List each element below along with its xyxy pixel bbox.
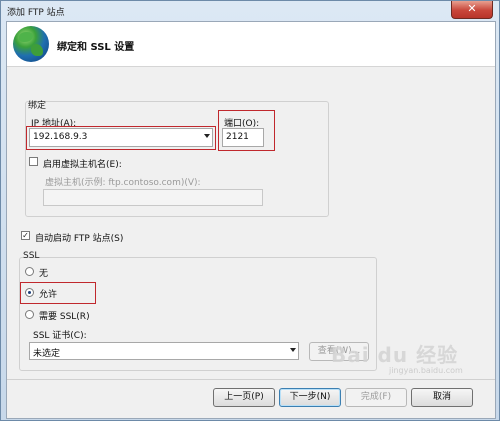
globe-land-shape — [31, 44, 43, 56]
binding-legend: 绑定 — [28, 101, 47, 111]
footer-divider — [7, 379, 495, 380]
next-button[interactable]: 下一步(N) — [279, 388, 341, 407]
globe-land-shape — [19, 32, 33, 42]
ssl-cert-value: 未选定 — [33, 349, 61, 359]
watermark-url: jingyan.baidu.com — [389, 366, 463, 375]
close-button[interactable]: ✕ — [451, 1, 493, 19]
virtual-host-input[interactable] — [43, 189, 263, 206]
baidu-watermark: Bai du 经验 jingyan.baidu.com — [331, 339, 463, 375]
ssl-allow-label: 允许 — [39, 290, 58, 300]
highlight-port — [218, 110, 275, 151]
ssl-legend: SSL — [23, 251, 40, 261]
virtual-host-enable-label: 启用虚拟主机名(E): — [43, 160, 122, 170]
ssl-require-radio[interactable] — [25, 310, 34, 319]
ssl-require-label: 需要 SSL(R) — [39, 312, 90, 322]
window-title: 添加 FTP 站点 — [7, 8, 65, 18]
prev-button[interactable]: 上一页(P) — [213, 388, 275, 407]
ssl-cert-combobox[interactable]: 未选定 — [29, 342, 299, 360]
watermark-text: Bai du 经验 — [331, 343, 459, 367]
highlight-ip — [26, 126, 216, 150]
title-bar[interactable]: 添加 FTP 站点 ✕ — [1, 1, 499, 21]
wizard-header: 绑定和 SSL 设置 — [7, 22, 495, 67]
ssl-none-label: 无 — [39, 269, 49, 279]
finish-button[interactable]: 完成(F) — [345, 388, 407, 407]
virtual-host-label: 虚拟主机(示例: ftp.contoso.com)(V): — [45, 178, 201, 188]
virtual-host-checkbox[interactable] — [29, 157, 38, 166]
cancel-button[interactable]: 取消 — [411, 388, 473, 407]
globe-icon — [13, 26, 49, 62]
ssl-none-radio[interactable] — [25, 267, 34, 276]
ssl-allow-radio[interactable] — [25, 288, 34, 297]
auto-start-label: 自动启动 FTP 站点(S) — [35, 234, 124, 244]
chevron-down-icon[interactable] — [290, 348, 296, 352]
auto-start-checkbox[interactable]: ✓ — [21, 231, 30, 240]
dialog-window: 添加 FTP 站点 ✕ 绑定和 SSL 设置 绑定 IP 地址(A): 192.… — [0, 0, 500, 421]
page-title: 绑定和 SSL 设置 — [57, 42, 135, 53]
ssl-cert-label: SSL 证书(C): — [33, 331, 87, 341]
